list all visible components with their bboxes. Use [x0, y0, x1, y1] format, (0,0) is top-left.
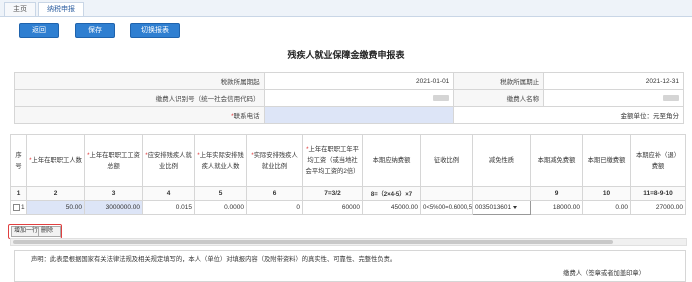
col-header-required-ratio: *应安排残疾人就业比例 — [142, 134, 195, 187]
tab-bar: 主页 纳税申报 — [0, 0, 692, 17]
payer-name-value — [543, 89, 684, 107]
col-header-due: 本期应补（退）费额 — [630, 134, 686, 187]
period-end-label: 税款所属期止 — [453, 72, 545, 90]
col-header-paid: 本期已缴费额 — [582, 134, 631, 187]
col-number: 1 — [10, 186, 27, 201]
col-header-payable: 本期应纳费额 — [362, 134, 421, 187]
period-end-value: 2021-12-31 — [543, 72, 684, 90]
col-number: 7=3/2 — [302, 186, 363, 201]
table-row: 1 50.00 3000000.00 0.015 0.0000 0 60000 … — [10, 200, 686, 215]
col-header-collect-ratio: 征收比例 — [420, 134, 473, 187]
col-number: 4 — [142, 186, 195, 201]
actual-ratio-cell: 0 — [246, 200, 303, 215]
phone-field[interactable] — [263, 106, 455, 124]
payer-id-value — [263, 89, 455, 107]
toolbar: 返回 保存 切换报表 — [0, 17, 692, 43]
due-cell: 27000.00 — [630, 200, 686, 215]
delete-row-button[interactable]: 删除 — [38, 226, 61, 237]
add-row-button[interactable]: 增加一行 — [11, 226, 41, 237]
employees-field[interactable]: 50.00 — [26, 200, 85, 215]
declaration-text: 声明：此表是根据国家有关法律法规及相关规定填写的，本人（单位）对填报内容（及附带… — [31, 256, 397, 263]
col-header-actual-ratio: *实际安排残疾人就业比例 — [246, 134, 303, 187]
col-number: 11=8-9-10 — [630, 186, 686, 201]
horizontal-scrollbar[interactable] — [10, 238, 687, 246]
total-wages-field[interactable]: 3000000.00 — [84, 200, 143, 215]
col-header-actual-employed: *上年实际安排残疾人就业人数 — [194, 134, 247, 187]
tab-tax-filing[interactable]: 纳税申报 — [38, 2, 84, 16]
period-start-label: 税款所属期起 — [14, 72, 265, 90]
col-header-total-wages: *上年在职职工工资总额 — [84, 134, 143, 187]
payable-cell: 45000.00 — [362, 200, 421, 215]
col-number: 10 — [582, 186, 631, 201]
required-ratio-cell: 0.015 — [142, 200, 195, 215]
col-header-avg-wage: *上年在职职工年平均工资（或当地社会平均工资的2倍） — [302, 134, 363, 187]
col-header-seq: 序号 — [10, 134, 27, 187]
phone-label-cell: *联系电话 — [14, 106, 265, 124]
col-header-relief-type: 减免性质 — [472, 134, 531, 187]
declaration-box: 声明：此表是根据国家有关法律法规及相关规定填写的，本人（单位）对填报内容（及附带… — [14, 250, 686, 282]
relief-amount-cell: 18000.00 — [530, 200, 583, 215]
phone-label: 联系电话 — [233, 113, 260, 120]
col-number — [472, 186, 531, 201]
page-title: 残疾人就业保障金缴费申报表 — [287, 50, 405, 60]
signature-label: 缴费人（签章或者加盖印章） — [563, 270, 645, 277]
collect-ratio-cell: 0<5%00=0.6000,5 — [420, 200, 473, 215]
avg-wage-cell: 60000 — [302, 200, 363, 215]
period-start-value: 2021-01-01 — [263, 72, 455, 90]
switch-report-button[interactable]: 切换报表 — [130, 23, 180, 38]
fee-table: 序号 *上年在职职工人数 *上年在职职工工资总额 *应安排残疾人就业比例 *上年… — [10, 134, 686, 215]
actual-employed-field[interactable]: 0.0000 — [194, 200, 247, 215]
relief-type-select[interactable]: 0035013601 — [472, 200, 531, 215]
amount-unit: 金额单位：元至角分 — [453, 106, 684, 124]
payer-id-label: 缴费人识别号（统一社会信用代码） — [14, 89, 265, 107]
save-button[interactable]: 保存 — [75, 23, 115, 38]
scrollbar-thumb[interactable] — [13, 240, 613, 244]
chevron-down-icon[interactable] — [513, 205, 518, 209]
col-header-relief-amount: 本期减免费额 — [530, 134, 583, 187]
col-number: 3 — [84, 186, 143, 201]
col-number: 9 — [530, 186, 583, 201]
col-number: 6 — [246, 186, 303, 201]
back-button[interactable]: 返回 — [19, 23, 59, 38]
paid-cell: 0.00 — [582, 200, 631, 215]
col-header-employees: *上年在职职工人数 — [26, 134, 85, 187]
tab-home[interactable]: 主页 — [4, 2, 36, 16]
redacted-block — [663, 94, 679, 101]
col-number — [420, 186, 473, 201]
row-checkbox[interactable] — [13, 203, 20, 211]
col-number: 5 — [194, 186, 247, 201]
redacted-block — [433, 94, 450, 101]
col-number: 2 — [26, 186, 85, 201]
payer-name-label: 缴费人名称 — [453, 89, 545, 107]
row-seq-cell[interactable]: 1 — [10, 200, 27, 215]
col-number: 8=（2×4-5）×7 — [362, 186, 421, 201]
relief-type-value: 0035013601 — [475, 204, 512, 211]
header-info-table: 税款所属期起 2021-01-01 税款所属期止 2021-12-31 缴费人识… — [14, 72, 684, 124]
